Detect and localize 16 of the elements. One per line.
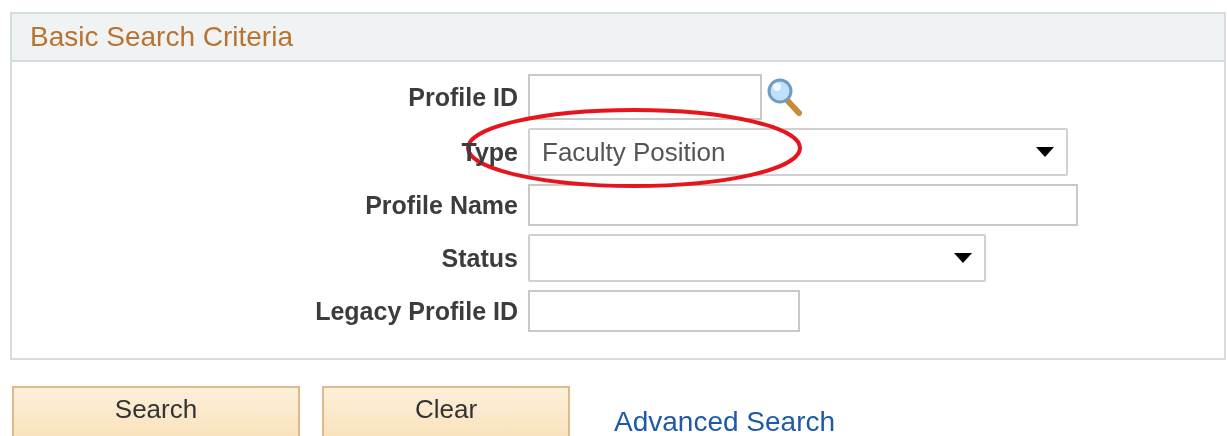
field-label: Profile ID [408,82,518,112]
caret-icon [1036,147,1054,157]
panel-title: Basic Search Criteria [30,21,293,53]
dropdown-field[interactable]: Faculty Position [528,128,1068,176]
field-label: Profile Name [365,190,518,220]
field-label: Status [441,243,518,273]
input-field[interactable] [528,290,800,332]
action-button[interactable]: Search [12,386,300,436]
input-field[interactable] [528,184,1078,226]
field-label: Legacy Profile ID [315,296,518,326]
caret-icon [954,253,972,263]
dropdown-field[interactable] [528,234,986,282]
input-field[interactable] [528,74,762,120]
advanced-search-link[interactable]: Advanced Search [614,406,836,436]
action-button[interactable]: Clear [322,386,570,436]
search-icon[interactable] [766,77,804,117]
